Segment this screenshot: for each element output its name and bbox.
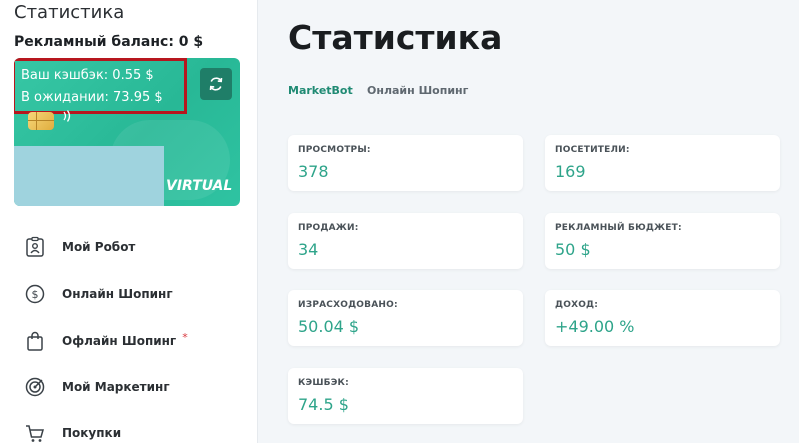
sidebar-item-label: Онлайн Шопинг: [62, 287, 173, 301]
stat-value: 378: [298, 162, 329, 181]
refresh-button[interactable]: [200, 68, 232, 100]
stat-card-ad-budget: РЕКЛАМНЫЙ БЮДЖЕТ: 50 $: [545, 213, 780, 269]
stat-label: ПРОДАЖИ:: [298, 223, 359, 233]
sidebar: Статистика Рекламный баланс: 0 $ Ваш кэш…: [0, 0, 258, 443]
sidebar-title: Статистика: [14, 2, 125, 23]
contactless-icon: [63, 110, 71, 122]
shopping-bag-icon: [22, 328, 48, 354]
stat-card-views: ПРОСМОТРЫ: 378: [288, 135, 523, 191]
stat-card-visitors: ПОСЕТИТЕЛИ: 169: [545, 135, 780, 191]
stat-value: 34: [298, 240, 319, 259]
stat-value: +49.00 %: [555, 317, 635, 336]
tab-online-shopping[interactable]: Онлайн Шопинг: [367, 84, 468, 97]
sidebar-item-my-robot[interactable]: Мой Робот: [22, 232, 252, 262]
sidebar-item-label: Мой Маркетинг: [62, 380, 170, 394]
cashback-text: Ваш кэшбэк: 0.55 $: [21, 68, 154, 83]
cart-icon: [22, 420, 48, 443]
virtual-card: Ваш кэшбэк: 0.55 $ В ожидании: 73.95 $ V…: [14, 58, 240, 206]
card-chip-icon: [28, 112, 54, 130]
sidebar-item-offline-shopping[interactable]: Офлайн Шопинг *: [22, 326, 252, 356]
stat-label: ДОХОД:: [555, 300, 599, 310]
stat-card-spent: ИЗРАСХОДОВАНО: 50.04 $: [288, 290, 523, 346]
sidebar-item-my-marketing[interactable]: Мой Маркетинг: [22, 372, 252, 402]
stat-value: 50.04 $: [298, 317, 360, 336]
sidebar-item-label: Мой Робот: [62, 240, 136, 254]
pending-text: В ожидании: 73.95 $: [21, 90, 163, 105]
stat-label: ПОСЕТИТЕЛИ:: [555, 145, 630, 155]
stat-card-income: ДОХОД: +49.00 %: [545, 290, 780, 346]
cashback-highlight: Ваш кэшбэк: 0.55 $ В ожидании: 73.95 $: [14, 58, 187, 114]
page-title: Статистика: [288, 18, 503, 57]
dollar-circle-icon: $: [22, 281, 48, 307]
refresh-icon: [209, 77, 223, 91]
robot-id-icon: [22, 234, 48, 260]
stat-card-sales: ПРОДАЖИ: 34: [288, 213, 523, 269]
stat-value: 169: [555, 162, 586, 181]
stat-label: РЕКЛАМНЫЙ БЮДЖЕТ:: [555, 223, 682, 233]
svg-text:$: $: [32, 288, 39, 301]
ad-balance: Рекламный баланс: 0 $: [14, 34, 204, 50]
stat-label: ИЗРАСХОДОВАНО:: [298, 300, 398, 310]
card-brand: VIRTUAL: [166, 178, 233, 194]
stat-card-cashback: КЭШБЭК: 74.5 $: [288, 368, 523, 424]
card-redacted-area: [14, 146, 164, 206]
sidebar-item-label: Покупки: [62, 426, 122, 440]
tab-marketbot[interactable]: MarketBot: [288, 84, 353, 97]
target-icon: [22, 374, 48, 400]
stat-label: КЭШБЭК:: [298, 378, 349, 388]
stat-label: ПРОСМОТРЫ:: [298, 145, 371, 155]
sidebar-item-purchases[interactable]: Покупки: [22, 418, 252, 443]
stat-value: 50 $: [555, 240, 591, 259]
stat-value: 74.5 $: [298, 395, 349, 414]
sidebar-item-online-shopping[interactable]: $ Онлайн Шопинг: [22, 279, 252, 309]
sidebar-item-label: Офлайн Шопинг: [62, 334, 177, 348]
new-badge: *: [182, 330, 188, 344]
